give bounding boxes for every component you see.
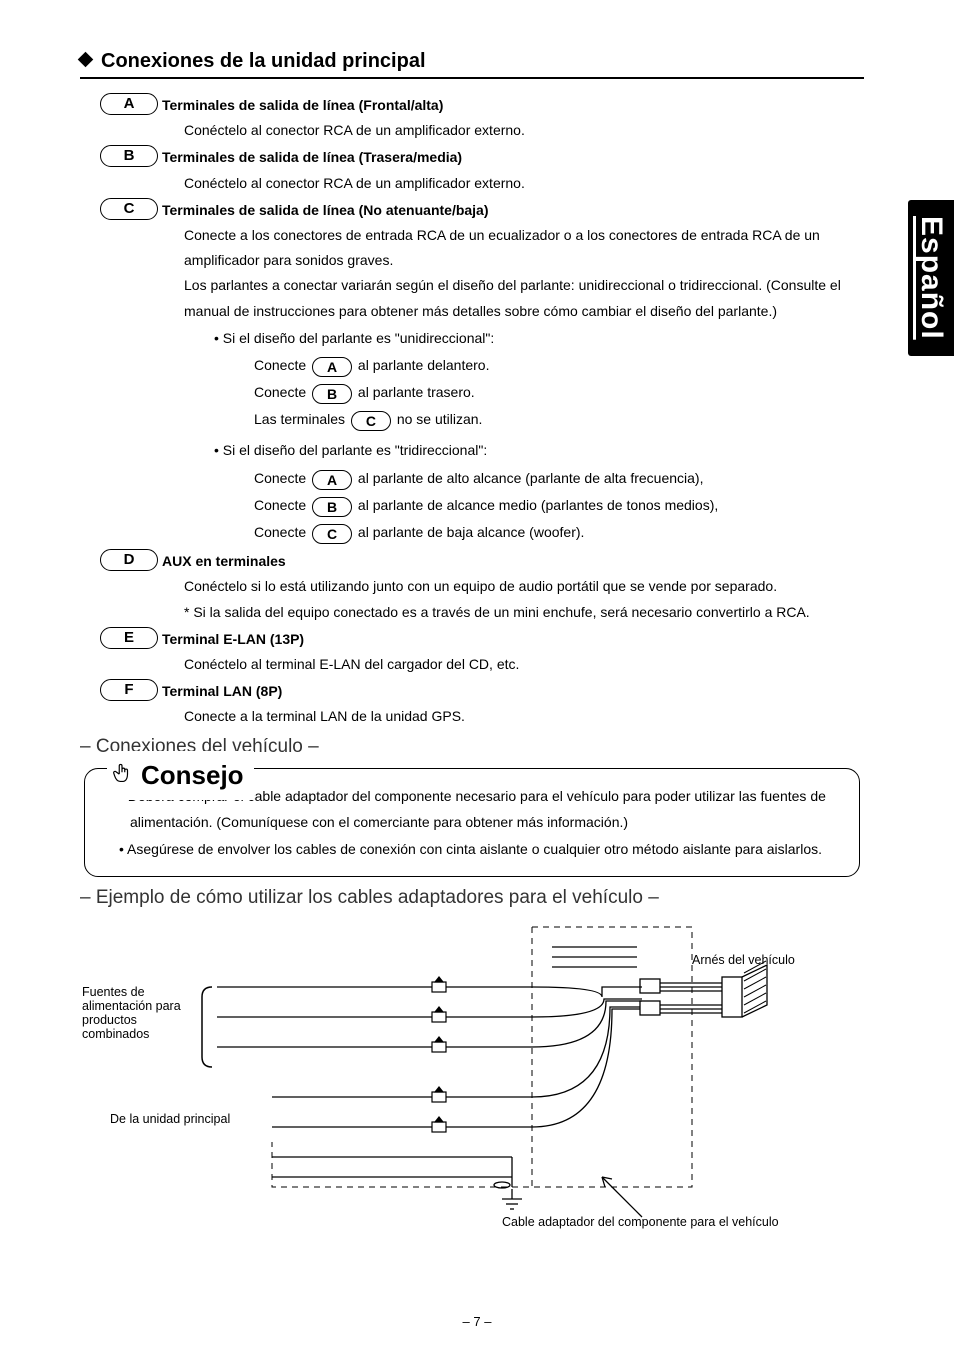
section-title: Conexiones de la unidad principal — [80, 50, 864, 79]
t: Conecte — [254, 357, 310, 373]
item-e: E Terminal E-LAN (13P) Conéctelo al term… — [96, 627, 864, 677]
label-d: D — [100, 549, 158, 571]
tip-title-text: Consejo — [141, 751, 244, 800]
item-e-title: Terminal E-LAN (13P) — [162, 627, 864, 652]
tip-bullet-2: Asegúrese de envolver los cables de cone… — [119, 836, 841, 863]
t: al parlante trasero. — [354, 384, 475, 400]
inline-c: C — [351, 411, 391, 431]
item-c: C Terminales de salida de línea (No aten… — [96, 198, 864, 547]
label-e: E — [100, 627, 158, 649]
t: no se utilizan. — [393, 411, 483, 427]
diag-label-harness: Arnés del vehículo — [692, 953, 795, 967]
label-f: F — [100, 679, 158, 701]
item-f-title: Terminal LAN (8P) — [162, 679, 864, 704]
tip-box: Consejo Deberá comprar el cable adaptado… — [84, 768, 860, 878]
item-c-p2: Los parlantes a conectar variarán según … — [184, 273, 864, 323]
label-b: B — [100, 145, 158, 167]
tip-title: Consejo — [107, 751, 254, 800]
diag-label-sources: Fuentes de alimentación para productos c… — [82, 985, 202, 1041]
item-d: D AUX en terminales Conéctelo si lo está… — [96, 549, 864, 625]
t: al parlante de baja alcance (woofer). — [354, 524, 584, 540]
t: al parlante de alto alcance (parlante de… — [354, 470, 703, 486]
t: Conecte — [254, 384, 310, 400]
item-f: F Terminal LAN (8P) Conecte a la termina… — [96, 679, 864, 729]
item-d-title: AUX en terminales — [162, 549, 864, 574]
item-a: A Terminales de salida de línea (Frontal… — [96, 93, 864, 143]
t: Las terminales — [254, 411, 349, 427]
tri-c: Conecte C al parlante de baja alcance (w… — [254, 520, 864, 545]
item-d-p1: Conéctelo si lo está utilizando junto co… — [184, 574, 864, 599]
inline-a: A — [312, 357, 352, 377]
label-c: C — [100, 198, 158, 220]
diag-label-adapter: Cable adaptador del componente para el v… — [502, 1215, 779, 1229]
uni-a: Conecte A al parlante delantero. — [254, 353, 864, 378]
inline-a2: A — [312, 470, 352, 490]
section-title-text: Conexiones de la unidad principal — [101, 50, 426, 72]
item-a-title: Terminales de salida de línea (Frontal/a… — [162, 93, 864, 118]
t: Conecte — [254, 524, 310, 540]
item-b-title: Terminales de salida de línea (Trasera/m… — [162, 145, 864, 170]
t: al parlante de alcance medio (parlantes … — [354, 497, 718, 513]
t: al parlante delantero. — [354, 357, 489, 373]
uni-head-text: Si el diseño del parlante es "unidirecci… — [223, 330, 494, 346]
tri-a: Conecte A al parlante de alto alcance (p… — [254, 466, 864, 491]
terminal-definitions: A Terminales de salida de línea (Frontal… — [96, 93, 864, 730]
t: Conecte — [254, 470, 310, 486]
uni-b: Conecte B al parlante trasero. — [254, 380, 864, 405]
label-a: A — [100, 93, 158, 115]
t: Conecte — [254, 497, 310, 513]
uni-c: Las terminales C no se utilizan. — [254, 407, 864, 432]
tri-head-text: Si el diseño del parlante es "tridirecci… — [223, 442, 487, 458]
page-content: Conexiones de la unidad principal A Term… — [0, 0, 954, 1287]
item-e-desc: Conéctelo al terminal E-LAN del cargador… — [184, 652, 864, 677]
diamond-bullet-icon — [78, 52, 94, 68]
wiring-diagram: Fuentes de alimentación para productos c… — [82, 917, 862, 1257]
item-c-p1: Conecte a los conectores de entrada RCA … — [184, 223, 864, 273]
hand-icon — [111, 761, 133, 789]
inline-b: B — [312, 384, 352, 404]
tri-head: • Si el diseño del parlante es "tridirec… — [214, 438, 864, 463]
page-number: – 7 – — [0, 1314, 954, 1329]
item-c-title: Terminales de salida de línea (No atenua… — [162, 198, 864, 223]
item-f-desc: Conecte a la terminal LAN de la unidad G… — [184, 704, 864, 729]
example-head: – Ejemplo de cómo utilizar los cables ad… — [80, 887, 864, 909]
uni-list: • Si el diseño del parlante es "unidirec… — [214, 326, 864, 546]
item-b-desc: Conéctelo al conector RCA de un amplific… — [184, 171, 864, 196]
uni-head: • Si el diseño del parlante es "unidirec… — [214, 326, 864, 351]
inline-c2: C — [312, 524, 352, 544]
diag-label-mainunit: De la unidad principal — [110, 1112, 230, 1126]
item-a-desc: Conéctelo al conector RCA de un amplific… — [184, 118, 864, 143]
item-b: B Terminales de salida de línea (Trasera… — [96, 145, 864, 195]
tri-b: Conecte B al parlante de alcance medio (… — [254, 493, 864, 518]
inline-b2: B — [312, 497, 352, 517]
item-d-p2: * Si la salida del equipo conectado es a… — [184, 600, 864, 625]
